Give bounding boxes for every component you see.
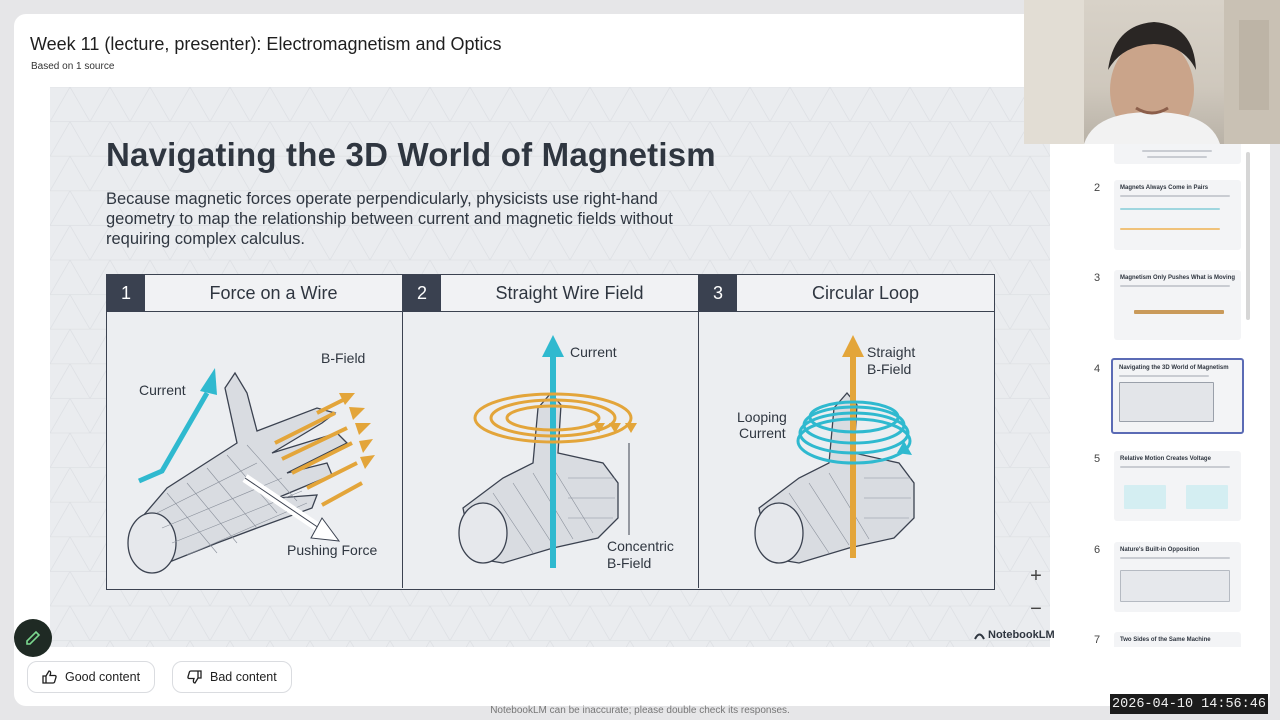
thumbnail-number: 4 (1094, 363, 1101, 375)
column-header: 2 Straight Wire Field (403, 275, 698, 312)
presenter-webcam (1024, 0, 1280, 144)
source-count: Based on 1 source (31, 61, 115, 72)
slide-thumbnail-1[interactable] (1114, 144, 1241, 164)
page-title: Week 11 (lecture, presenter): Electromag… (30, 34, 502, 54)
column-header: 1 Force on a Wire (107, 275, 402, 312)
edit-button[interactable] (14, 619, 52, 657)
thumbnail-title: Magnetism Only Pushes What is Moving (1120, 275, 1236, 281)
slide-thumbnail-5[interactable]: Relative Motion Creates Voltage (1114, 451, 1241, 521)
bad-content-button[interactable]: Bad content (172, 661, 292, 693)
thumbs-up-icon (42, 670, 57, 684)
watermark-text: NotebookLM (988, 629, 1055, 641)
column-number: 2 (403, 275, 441, 312)
column-number: 3 (699, 275, 737, 312)
notebooklm-logo-icon (974, 633, 985, 639)
current-label: Current (739, 425, 786, 441)
bfield-label: B-Field (607, 555, 652, 571)
illustration-straight-wire: Current Concentric B-Field (403, 313, 698, 588)
bfield-label: B-Field (321, 350, 366, 366)
column-heading: Circular Loop (811, 283, 920, 303)
slide-thumbnail-7[interactable]: Two Sides of the Same Machine (1114, 632, 1241, 647)
thumbnail-title: Nature's Built-in Opposition (1120, 547, 1200, 553)
current-label: Current (139, 382, 186, 398)
bad-content-label: Bad content (210, 670, 277, 684)
thumbnail-number: 3 (1094, 272, 1101, 284)
concentric-label: Concentric (607, 538, 674, 554)
column-header: 3 Circular Loop (699, 275, 994, 312)
column-force-on-wire: 1 Force on a Wire Current B-Field Pushin… (107, 275, 403, 588)
slide-thumbnail-4-active[interactable]: Navigating the 3D World of Magnetism (1111, 358, 1244, 434)
slide-thumbnail-2[interactable]: Magnets Always Come in Pairs (1114, 180, 1241, 250)
presenter-video (1024, 0, 1280, 144)
illustration-force: Current B-Field Pushing Force (107, 313, 402, 588)
concept-table: 1 Force on a Wire Current B-Field Pushin… (106, 274, 995, 590)
column-number: 1 (107, 275, 145, 312)
thumbnail-title: Two Sides of the Same Machine (1120, 637, 1211, 643)
zoom-in-button[interactable]: + (1022, 562, 1050, 590)
pencil-icon (26, 630, 41, 645)
current-label: Current (570, 344, 617, 360)
thumbnail-title: Magnets Always Come in Pairs (1120, 185, 1209, 191)
thumbnail-title: Navigating the 3D World of Magnetism (1119, 365, 1229, 371)
slide-thumbnail-rail[interactable]: 2 Magnets Always Come in Pairs 3 Magneti… (1086, 144, 1256, 647)
thumbnail-scrollbar[interactable] (1246, 152, 1250, 320)
pushing-force-label: Pushing Force (287, 542, 378, 558)
column-straight-wire: 2 Straight Wire Field Current Concentric… (403, 275, 699, 588)
slide-thumbnail-3[interactable]: Magnetism Only Pushes What is Moving (1114, 270, 1241, 340)
thumbnail-number: 7 (1094, 634, 1101, 646)
thumbnail-title: Relative Motion Creates Voltage (1120, 456, 1211, 462)
bfield-label: B-Field (867, 361, 912, 377)
notebooklm-watermark: NotebookLM (974, 629, 1055, 641)
illustration-loop: Straight B-Field Looping Current (699, 313, 994, 588)
column-heading: Straight Wire Field (495, 283, 644, 303)
loop-illustration (754, 335, 915, 564)
straight-label: Straight (867, 344, 916, 360)
thumbnail-number: 5 (1094, 453, 1101, 465)
disclaimer: NotebookLM can be inaccurate; please dou… (490, 705, 790, 716)
thumbs-down-icon (187, 670, 202, 684)
slide-description: Because magnetic forces operate perpendi… (106, 190, 673, 248)
zoom-out-button[interactable]: − (1022, 595, 1050, 623)
thumbnail-number: 6 (1094, 544, 1101, 556)
column-circular-loop: 3 Circular Loop Straight B-Field Looping… (699, 275, 994, 588)
recording-timestamp: 2026-04-10 14:56:46 (1110, 694, 1268, 714)
good-content-label: Good content (65, 670, 141, 684)
slide-title: Navigating the 3D World of Magnetism (106, 136, 716, 173)
slide-thumbnail-6[interactable]: Nature's Built-in Opposition (1114, 542, 1241, 612)
good-content-button[interactable]: Good content (27, 661, 156, 693)
column-heading: Force on a Wire (209, 283, 338, 303)
thumbnail-number: 2 (1094, 182, 1101, 194)
looping-label: Looping (737, 409, 787, 425)
